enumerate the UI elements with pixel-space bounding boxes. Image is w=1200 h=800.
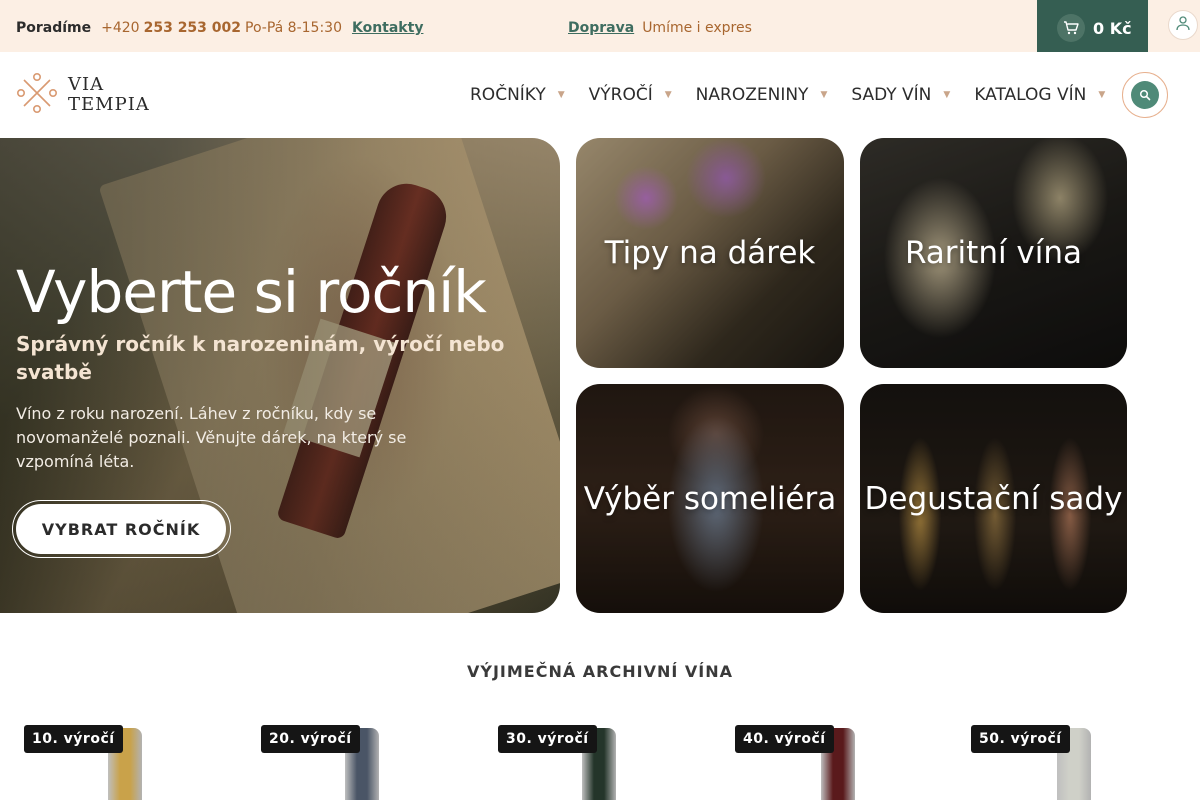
logo[interactable]: VIA TEMPIA xyxy=(16,72,150,118)
top-info-bar: Poradíme +420 253 253 002 Po-Pá 8-15:30 … xyxy=(0,0,1200,52)
hero-subtitle: Správný ročník k narozeninám, výročí neb… xyxy=(16,332,505,384)
contact-info: Poradíme +420 253 253 002 Po-Pá 8-15:30 … xyxy=(16,0,423,56)
phone-prefix: +420 xyxy=(101,20,140,36)
nav-label: NAROZENINY xyxy=(695,85,809,105)
category-label: Degustační sady xyxy=(864,480,1123,517)
user-account-button[interactable] xyxy=(1168,10,1198,40)
user-icon xyxy=(1175,15,1191,35)
shipping-text: Umíme i expres xyxy=(642,20,752,36)
category-tile-tasting-sets[interactable]: Degustační sady xyxy=(860,384,1127,613)
category-tile-rare-wines[interactable]: Raritní vína xyxy=(860,138,1127,368)
advise-label: Poradíme xyxy=(16,20,92,36)
main-nav: ROČNÍKY ▼ VÝROČÍ ▼ NAROZENINY ▼ SADY VÍN ▼ K… xyxy=(470,52,1129,138)
product-card[interactable]: 50. výročí xyxy=(971,708,1191,800)
category-label: Raritní vína xyxy=(904,235,1083,271)
nav-label: KATALOG VÍN xyxy=(974,85,1087,105)
anniversary-badge: 10. výročí xyxy=(24,725,123,753)
search-button[interactable] xyxy=(1122,72,1168,118)
logo-wordmark: VIA TEMPIA xyxy=(68,75,150,115)
logo-mark-icon xyxy=(16,72,58,118)
choose-vintage-button[interactable]: VYBRAT ROČNÍK xyxy=(16,504,226,554)
hero-banner: Vyberte si ročník Správný ročník k naroz… xyxy=(0,138,560,613)
hero-title: Vyberte si ročník xyxy=(16,258,487,326)
anniversary-badge: 30. výročí xyxy=(498,725,597,753)
caret-down-icon: ▼ xyxy=(1098,90,1106,100)
shipping-link[interactable]: Doprava xyxy=(568,20,634,36)
nav-item-sady-vin[interactable]: SADY VÍN ▼ xyxy=(851,85,950,105)
category-tile-sommelier-choice[interactable]: Výběr someliéra xyxy=(576,384,844,613)
nav-item-vyroci[interactable]: VÝROČÍ ▼ xyxy=(589,85,672,105)
hero-text: Víno z roku narození. Láhev z ročníku, k… xyxy=(16,404,407,471)
anniversary-badge: 40. výročí xyxy=(735,725,834,753)
product-card[interactable]: 20. výročí xyxy=(261,708,481,800)
anniversary-badge: 50. výročí xyxy=(971,725,1070,753)
product-card[interactable]: 40. výročí xyxy=(735,708,955,800)
product-card[interactable]: 10. výročí xyxy=(24,708,244,800)
search-icon xyxy=(1131,81,1159,109)
shipping-info: Doprava Umíme i expres xyxy=(568,0,752,56)
product-card[interactable]: 30. výročí xyxy=(498,708,718,800)
opening-hours: Po-Pá 8-15:30 xyxy=(245,20,342,36)
caret-down-icon: ▼ xyxy=(664,90,672,100)
logo-line1: VIA xyxy=(68,74,105,95)
nav-item-narozeniny[interactable]: NAROZENINY ▼ xyxy=(696,85,828,105)
caret-down-icon: ▼ xyxy=(557,90,565,100)
section-title: VÝJIMEČNÁ ARCHIVNÍ VÍNA xyxy=(466,662,733,681)
caret-down-icon: ▼ xyxy=(820,90,828,100)
main-header: VIA TEMPIA ROČNÍKY ▼ VÝROČÍ ▼ NAROZENINY ▼ … xyxy=(0,52,1200,138)
nav-label: SADY VÍN xyxy=(851,85,932,105)
cart-total: 0 Kč xyxy=(1093,18,1132,38)
category-tile-gift-tips[interactable]: Tipy na dárek xyxy=(576,138,844,368)
contacts-link[interactable]: Kontakty xyxy=(352,20,423,36)
cart-button[interactable]: 0 Kč xyxy=(1037,0,1148,56)
category-label: Výběr someliéra xyxy=(583,480,837,517)
category-label: Tipy na dárek xyxy=(604,235,816,271)
nav-label: VÝROČÍ xyxy=(588,85,653,105)
cart-icon xyxy=(1057,14,1085,42)
nav-label: ROČNÍKY xyxy=(470,85,546,105)
phone-number-link[interactable]: 253 253 002 xyxy=(144,20,241,36)
logo-line2: TEMPIA xyxy=(68,94,150,115)
nav-item-rocniky[interactable]: ROČNÍKY ▼ xyxy=(470,85,565,105)
nav-item-katalog-vin[interactable]: KATALOG VÍN ▼ xyxy=(974,85,1105,105)
caret-down-icon: ▼ xyxy=(943,90,951,100)
anniversary-badge: 20. výročí xyxy=(261,725,360,753)
